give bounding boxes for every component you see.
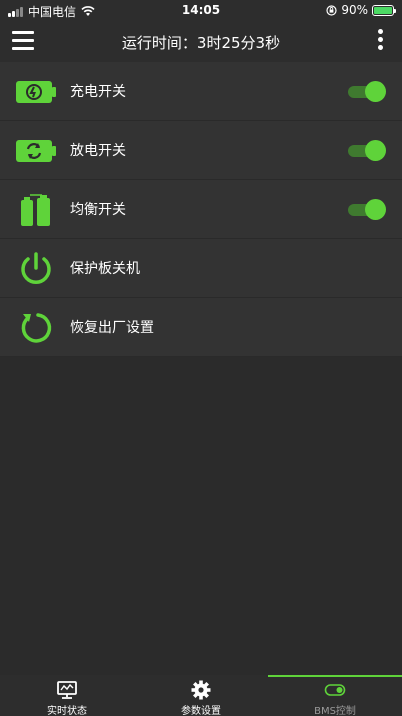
factory-reset-label: 恢复出厂设置	[70, 320, 154, 336]
balance-switch-label: 均衡开关	[70, 202, 126, 218]
factory-reset-row[interactable]: 恢复出厂设置	[0, 298, 402, 357]
discharge-battery-icon	[16, 131, 56, 171]
balance-switch-toggle[interactable]	[348, 199, 386, 220]
toggle-icon	[324, 684, 346, 696]
discharge-switch-toggle[interactable]	[348, 140, 386, 161]
tab-parameter-settings[interactable]: 参数设置	[134, 675, 268, 716]
balance-switch-row: 均衡开关	[0, 180, 402, 239]
shutdown-label: 保护板关机	[70, 261, 140, 277]
status-right: 90%	[326, 3, 396, 17]
charge-switch-label: 充电开关	[70, 84, 126, 100]
shutdown-row[interactable]: 保护板关机	[0, 239, 402, 298]
discharge-switch-label: 放电开关	[70, 143, 126, 159]
bms-control-list: 充电开关 放电开关 均衡开关 保护板关机 恢复出厂设置	[0, 62, 402, 357]
vertical-dots-icon[interactable]	[378, 29, 384, 53]
battery-percent: 90%	[341, 3, 368, 17]
tab-parameter-settings-label: 参数设置	[181, 706, 221, 716]
runtime-title: 运行时间：3时25分3秒	[121, 34, 281, 52]
tab-realtime-status[interactable]: 实时状态	[0, 675, 134, 716]
gear-icon	[191, 680, 211, 700]
tab-bms-control-label: BMS控制	[314, 706, 356, 716]
status-bar: 中国电信 14:05 90%	[0, 0, 402, 22]
tab-bms-control[interactable]: BMS控制	[268, 675, 402, 716]
app-header: 运行时间：3时25分3秒	[0, 22, 402, 62]
battery-icon	[372, 4, 396, 16]
charge-switch-toggle[interactable]	[348, 81, 386, 102]
charge-battery-icon	[16, 72, 56, 112]
rotation-lock-icon	[326, 4, 337, 16]
power-icon	[16, 249, 56, 289]
charge-switch-row: 充电开关	[0, 62, 402, 121]
monitor-icon	[57, 681, 77, 699]
bottom-tab-bar: 实时状态 参数设置 BMS控制	[0, 675, 402, 716]
discharge-switch-row: 放电开关	[0, 121, 402, 180]
balance-battery-icon	[16, 190, 56, 230]
reset-icon	[16, 308, 56, 348]
tab-realtime-status-label: 实时状态	[47, 706, 87, 716]
